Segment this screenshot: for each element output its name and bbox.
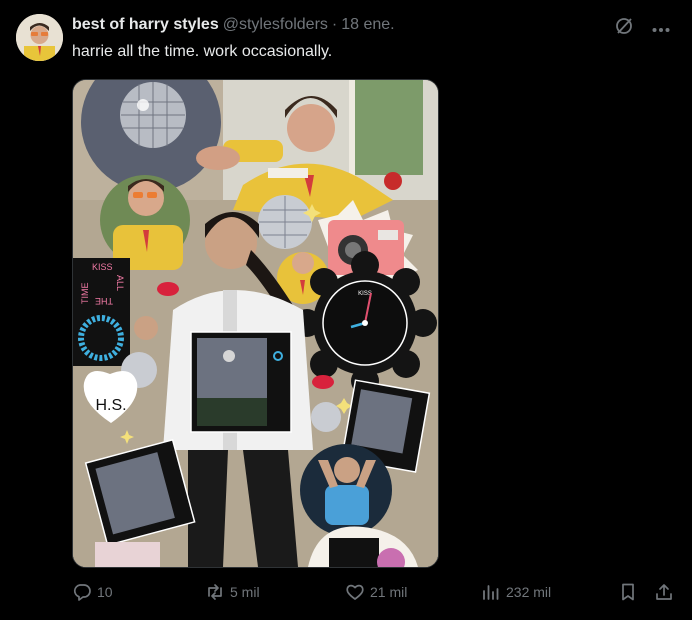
reply-icon (73, 584, 91, 601)
bookmark-button[interactable] (618, 582, 638, 602)
bookmark-icon (622, 583, 634, 601)
share-button[interactable] (654, 582, 674, 602)
like-count: 21 mil (370, 584, 408, 600)
header-actions (614, 16, 670, 41)
like-button[interactable]: 21 mil (345, 582, 407, 602)
sticker-time-text: TIME (80, 283, 90, 305)
share-icon (656, 584, 672, 600)
tweet: best of harry styles @stylesfolders · 18… (0, 0, 692, 620)
display-name[interactable]: best of harry styles (72, 16, 219, 34)
heart-icon (346, 584, 364, 600)
sticker-kiss-text: KISS (92, 262, 113, 272)
repost-button[interactable]: 5 mil (205, 582, 260, 602)
sticker-all-text: ALL (115, 275, 125, 291)
views-button[interactable]: 232 mil (481, 582, 551, 602)
post-media-collage[interactable]: KISS KISS TIME ALL THE H.S. (72, 79, 439, 568)
heart-sticker-text: H.S. (95, 397, 126, 414)
post-header: best of harry styles @stylesfolders · 18… (72, 16, 395, 38)
views-count: 232 mil (506, 584, 552, 600)
repost-count: 5 mil (230, 584, 260, 600)
tweet-text: harrie all the time. work occasionally. (72, 43, 333, 60)
more-icon[interactable] (652, 20, 670, 38)
post-time[interactable]: 18 ene. (341, 16, 394, 34)
post-actions: 10 5 mil 21 mil 232 mil (72, 582, 677, 606)
avatar[interactable] (16, 14, 63, 61)
separator-dot: · (331, 16, 338, 33)
grok-icon[interactable] (614, 16, 634, 41)
user-handle[interactable]: @stylesfolders (223, 16, 328, 34)
reply-count: 10 (97, 584, 113, 600)
sticker-the-text: THE (95, 296, 113, 306)
repost-icon (208, 584, 222, 600)
views-icon (483, 585, 499, 600)
reply-button[interactable]: 10 (72, 582, 113, 602)
